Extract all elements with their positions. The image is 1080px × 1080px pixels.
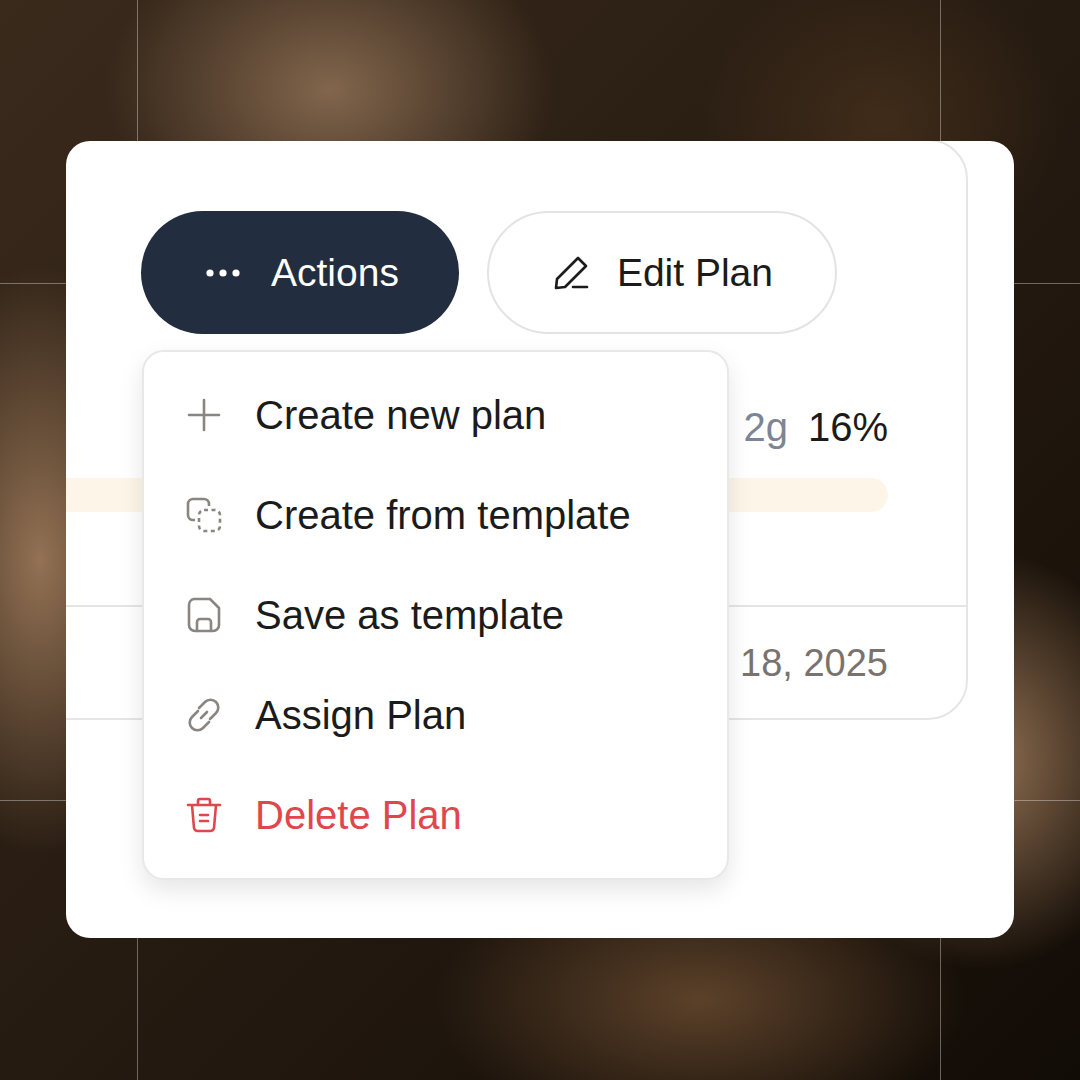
edit-plan-button[interactable]: Edit Plan bbox=[487, 211, 837, 334]
menu-item-label: Save as template bbox=[255, 593, 564, 638]
screen: Actions Edit Plan 2g 16% 18, 2025 Create… bbox=[0, 0, 1080, 1080]
trash-icon bbox=[183, 794, 225, 836]
menu-item-label: Create from template bbox=[255, 493, 631, 538]
menu-item-label: Assign Plan bbox=[255, 693, 466, 738]
template-icon bbox=[183, 494, 225, 536]
more-dots-icon bbox=[205, 268, 241, 278]
menu-item[interactable]: Create from template bbox=[144, 465, 727, 565]
plus-icon bbox=[183, 394, 225, 436]
menu-item[interactable]: Save as template bbox=[144, 565, 727, 665]
edit-plan-label: Edit Plan bbox=[617, 251, 773, 295]
link-icon bbox=[183, 694, 225, 736]
menu-item[interactable]: Create new plan bbox=[144, 365, 727, 465]
actions-menu: Create new plan Create from template Sav… bbox=[142, 350, 729, 880]
plan-date: 18, 2025 bbox=[740, 642, 888, 685]
pencil-icon bbox=[551, 253, 591, 293]
actions-label: Actions bbox=[271, 251, 399, 295]
menu-item-label: Delete Plan bbox=[255, 793, 462, 838]
button-row: Actions Edit Plan bbox=[141, 211, 888, 334]
menu-item[interactable]: Assign Plan bbox=[144, 665, 727, 765]
macro-percent: 16% bbox=[808, 405, 888, 450]
menu-item[interactable]: Delete Plan bbox=[144, 765, 727, 865]
macro-amount: 2g bbox=[743, 405, 788, 450]
menu-item-label: Create new plan bbox=[255, 393, 546, 438]
save-icon bbox=[183, 594, 225, 636]
actions-button[interactable]: Actions bbox=[141, 211, 459, 334]
